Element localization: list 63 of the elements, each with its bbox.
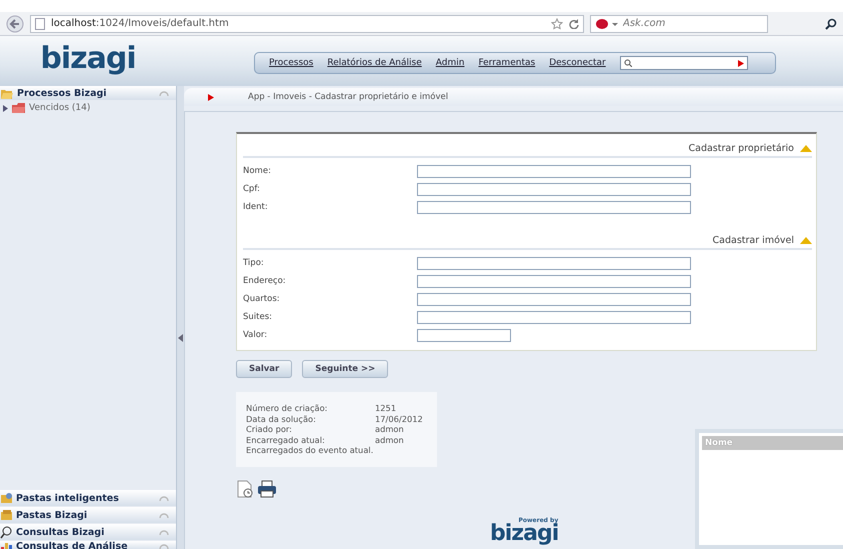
panel-header[interactable]: Consultas Bizagi (0, 524, 176, 540)
input-field[interactable] (417, 310, 691, 324)
collapse-icon[interactable] (800, 236, 812, 244)
info-label: Encarregados do evento atual. (246, 445, 374, 456)
collapse-icon[interactable] (800, 144, 812, 152)
field-label: Valor: (243, 330, 268, 340)
field-label: Ident: (243, 202, 269, 212)
input-field[interactable] (417, 200, 691, 214)
field-label: Nome: (243, 166, 272, 176)
input-field[interactable] (417, 328, 511, 342)
arrow-icon (208, 94, 214, 100)
info-label: Data da solução: (246, 414, 317, 424)
menu-link[interactable]: Admin (436, 58, 464, 68)
reload-icon[interactable] (569, 18, 579, 28)
section-header[interactable]: Cadastrar imóvel (243, 232, 812, 250)
info-label: Encarregado atual: (246, 434, 326, 445)
expander-icon[interactable] (2, 104, 8, 112)
info-value: 1251 (375, 403, 398, 414)
field-label: Endereço: (243, 276, 287, 286)
field-label: Suites: (243, 312, 273, 322)
panel-header[interactable]: Consultas de Análise (0, 541, 176, 549)
page-icon (35, 18, 45, 30)
info-value: 17/06/2012 (375, 414, 424, 424)
panel-header[interactable]: Processos Bizagi (0, 86, 176, 100)
url-text: localhost:1024/Imoveis/default.htm (51, 18, 229, 29)
menu-link[interactable]: Processos (269, 58, 314, 68)
info-value: admon (375, 434, 405, 445)
info-value: admon (375, 424, 405, 434)
input-field[interactable] (417, 274, 691, 288)
search-field[interactable] (620, 56, 748, 70)
arrow-icon[interactable] (738, 60, 744, 66)
save-button[interactable]: Salvar (236, 360, 292, 378)
next-button[interactable]: Seguinte >> (302, 360, 388, 378)
input-field[interactable] (417, 256, 691, 270)
back-icon[interactable] (6, 14, 24, 32)
star-icon[interactable] (551, 18, 563, 30)
input-field[interactable] (417, 292, 691, 306)
menu-link[interactable]: Ferramentas (478, 58, 536, 68)
section-header[interactable]: Cadastrar proprietário (243, 140, 812, 158)
folder-icon (0, 492, 13, 504)
info-label: Número de criação: (246, 403, 328, 414)
address-field[interactable]: localhost:1024/Imoveis/default.htm (30, 14, 584, 32)
logo: bizagi (39, 40, 137, 76)
info-label: Criado por: (246, 424, 293, 434)
search-icon[interactable] (825, 18, 837, 30)
footer-logo: bizagi (490, 524, 558, 544)
tree-item[interactable]: Vencidos (14) (0, 100, 176, 116)
search-icon (624, 59, 632, 67)
input-field[interactable] (417, 164, 691, 178)
folder-icon (0, 508, 13, 522)
menu-link[interactable]: Relatórios de Análise (327, 58, 422, 68)
panel-header[interactable]: Pastas Bizagi (0, 507, 176, 523)
printer-icon[interactable] (257, 480, 277, 498)
field-label: Quartos: (243, 294, 281, 304)
field-label: Tipo: (243, 258, 265, 268)
panel-header[interactable]: Pastas inteligentes (0, 490, 176, 506)
field-label: Cpf: (243, 184, 261, 194)
breadcrumb-text: App - Imoveis - Cadastrar proprietário e imóvel (248, 92, 448, 102)
document-clock-icon[interactable] (236, 480, 254, 498)
search-icon (0, 526, 13, 538)
folder-icon (11, 102, 26, 114)
input-field[interactable] (417, 182, 691, 196)
menu-link[interactable]: Desconectar (549, 58, 606, 68)
